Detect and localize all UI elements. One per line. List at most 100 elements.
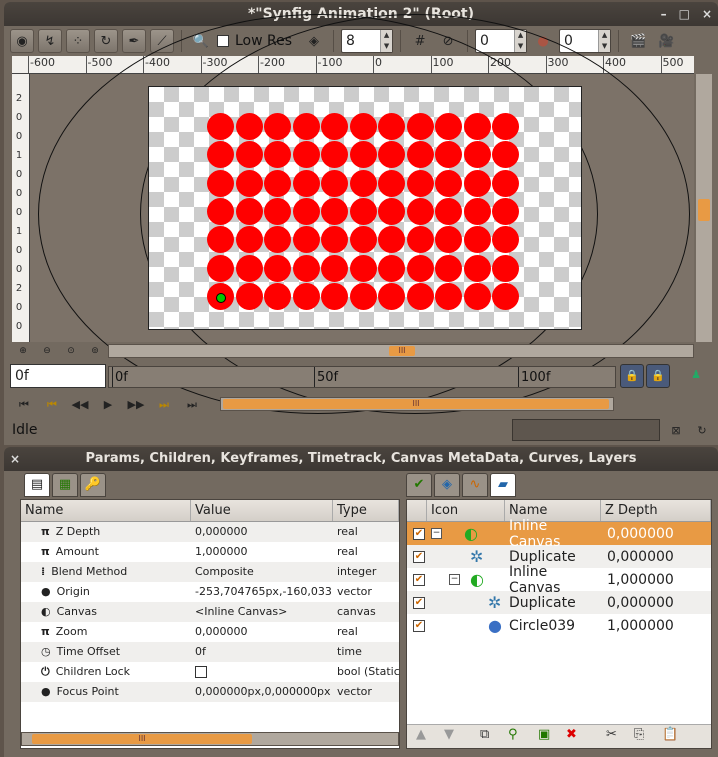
next-keyframe-icon[interactable]: ⏭	[154, 396, 174, 414]
library-tab-icon[interactable]: ◈	[434, 473, 460, 497]
param-icon: ⏻	[41, 665, 50, 678]
params-col-type[interactable]: Type	[333, 500, 399, 521]
seek-next-frame-icon[interactable]: ▶▶	[126, 396, 146, 414]
origin-handle[interactable]	[216, 293, 226, 303]
canvas-browser-tab-icon[interactable]: ✔	[406, 473, 432, 497]
layer-row[interactable]: ✔ ● Circle039 1,000000	[407, 614, 711, 637]
paste-icon[interactable]: 📋	[662, 727, 678, 742]
layers-col-zdepth[interactable]: Z Depth	[601, 500, 711, 521]
circle-shape	[292, 113, 320, 140]
param-row[interactable]: ◷ Time Offset 0f time	[21, 642, 399, 662]
circle-shape	[207, 113, 234, 140]
past-keyframe-lock-icon[interactable]: 🔒	[620, 364, 644, 388]
params-tab-icon[interactable]: ▤	[24, 473, 50, 497]
param-row[interactable]: ⏻ Children Lock bool (Static	[21, 662, 399, 682]
param-value[interactable]: 1,000000	[191, 542, 333, 561]
layer-active-checkbox[interactable]: ✔	[413, 550, 425, 563]
animation-mode-icon[interactable]: ♟	[686, 366, 706, 384]
render-canvas[interactable]	[148, 86, 582, 330]
expander-icon[interactable]: −	[431, 528, 442, 539]
minimize-button[interactable]: –	[661, 2, 667, 26]
duplicate-layer-icon[interactable]: ⚲	[508, 727, 518, 742]
stop-render-icon[interactable]: ⊠	[666, 422, 686, 440]
seek-end-icon[interactable]: ⏭	[182, 396, 202, 414]
refresh-icon[interactable]: ↻	[692, 422, 712, 440]
future-keyframe-lock-icon[interactable]: 🔒	[646, 364, 670, 388]
param-row[interactable]: ● Focus Point 0,000000px,0,000000px vector	[21, 682, 399, 702]
param-row[interactable]: π Zoom 0,000000 real	[21, 622, 399, 642]
layer-active-checkbox[interactable]: ✔	[413, 573, 425, 586]
delete-layer-icon[interactable]: ✖	[566, 727, 577, 742]
circle-shape	[349, 169, 377, 197]
layer-active-checkbox[interactable]: ✔	[413, 596, 425, 609]
copy-icon[interactable]: ⎘	[634, 727, 644, 742]
param-value[interactable]: -253,704765px,-160,033	[191, 582, 333, 601]
seek-prev-frame-icon[interactable]: ◀◀	[70, 396, 90, 414]
children-lock-checkbox[interactable]	[195, 666, 207, 678]
close-button[interactable]: ×	[702, 2, 712, 26]
param-value[interactable]: <Inline Canvas>	[191, 602, 333, 621]
circle-shape	[264, 254, 291, 282]
circle-shape	[435, 141, 462, 169]
cut-icon[interactable]: ✂	[606, 727, 617, 742]
tangent-handles-icon[interactable]: ↯	[38, 29, 62, 53]
param-name: Z Depth	[55, 525, 101, 538]
panels-window-titlebar[interactable]: Params, Children, Keyframes, Timetrack, …	[4, 447, 718, 471]
zoom-out-icon[interactable]: ⊖	[40, 344, 54, 358]
params-scrollbar[interactable]: III	[21, 732, 399, 746]
circle-shape	[349, 113, 377, 140]
children-tab-icon[interactable]: ▦	[52, 473, 78, 497]
bone-handles-icon[interactable]: ✒	[122, 29, 146, 53]
zoom-fit-small-icon[interactable]: ⊙	[64, 344, 78, 358]
keyframes-tab-icon[interactable]: 🔑	[80, 473, 106, 497]
param-value[interactable]: 0,000000px,0,000000px	[191, 682, 333, 701]
seek-begin-icon[interactable]: ⏮	[14, 396, 34, 414]
position-handles-icon[interactable]: ◉	[10, 29, 34, 53]
param-value[interactable]: 0f	[191, 642, 333, 661]
panel-close-icon[interactable]: ×	[10, 447, 20, 471]
param-value[interactable]: Composite	[191, 562, 333, 581]
prev-keyframe-icon[interactable]: ⏮	[42, 396, 62, 414]
zoom-in-icon[interactable]: ⊕	[16, 344, 30, 358]
radius-handles-icon[interactable]: ⁘	[66, 29, 90, 53]
current-time-field[interactable]: 0f	[10, 364, 106, 388]
layer-row[interactable]: ✔ − ◐ Inline Canvas 1,000000	[407, 564, 711, 596]
group-layer-icon[interactable]: ⧉	[480, 727, 489, 742]
param-row[interactable]: ◐ Canvas <Inline Canvas> canvas	[21, 602, 399, 622]
param-value[interactable]: 0,000000	[191, 522, 333, 541]
maximize-button[interactable]: □	[679, 2, 690, 26]
circle-shape	[492, 141, 519, 169]
lower-layer-icon[interactable]: ▼	[444, 727, 454, 742]
horizontal-scrollbar[interactable]: III	[108, 344, 694, 358]
raise-layer-icon[interactable]: ▲	[416, 727, 426, 742]
param-value[interactable]	[191, 662, 333, 681]
layer-active-checkbox[interactable]: ✔	[413, 619, 425, 632]
circle-shape	[349, 197, 377, 225]
circle-shape	[435, 254, 462, 282]
layers-tab-icon[interactable]: ▰	[490, 473, 516, 497]
play-icon[interactable]: ▶	[98, 396, 118, 414]
angle-handles-icon[interactable]: ↻	[94, 29, 118, 53]
layers-col-icon[interactable]: Icon	[427, 500, 505, 521]
layer-active-checkbox[interactable]: ✔	[413, 527, 425, 540]
layer-row[interactable]: ✔ ✲ Duplicate 0,000000	[407, 591, 711, 614]
time-scrollbar[interactable]: III	[220, 397, 614, 411]
param-row[interactable]: ● Origin -253,704765px,-160,033 vector	[21, 582, 399, 602]
expander-icon[interactable]: −	[449, 574, 460, 585]
param-row[interactable]: ⁞ Blend Method Composite integer	[21, 562, 399, 582]
circle-shape	[406, 113, 434, 140]
params-col-value[interactable]: Value	[191, 500, 333, 521]
param-row[interactable]: π Z Depth 0,000000 real	[21, 522, 399, 542]
params-col-name[interactable]: Name	[21, 500, 191, 521]
time-slider[interactable]: 0f 50f 100f	[108, 366, 616, 388]
layer-row[interactable]: ✔ − ◐ Inline Canvas 0,000000	[407, 518, 711, 550]
param-value[interactable]: 0,000000	[191, 622, 333, 641]
work-area[interactable]	[30, 14, 694, 414]
param-row[interactable]: π Amount 1,000000 real	[21, 542, 399, 562]
curves-tab-icon[interactable]: ∿	[462, 473, 488, 497]
zoom-100-icon[interactable]: ⊚	[88, 344, 102, 358]
preview-icon[interactable]: 🎬	[626, 29, 650, 53]
render-settings-icon[interactable]: 🎥	[654, 29, 678, 53]
encapsulate-icon[interactable]: ▣	[538, 727, 550, 742]
vertical-scrollbar[interactable]	[696, 74, 712, 342]
